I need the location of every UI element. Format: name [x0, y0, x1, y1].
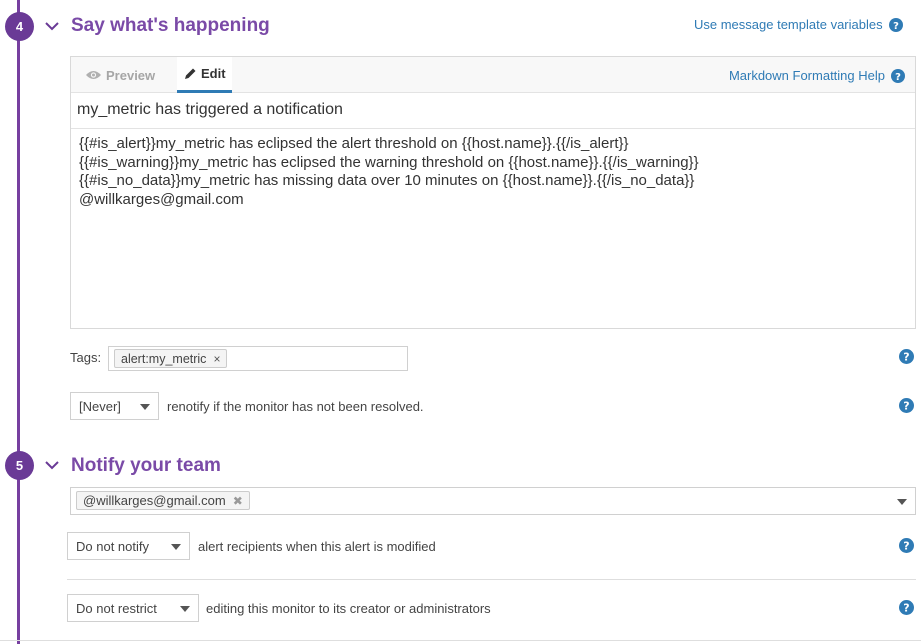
renotify-text: renotify if the monitor has not been res…: [167, 399, 424, 414]
tab-preview[interactable]: Preview: [85, 57, 155, 93]
restrict-select[interactable]: Do not restrict: [67, 594, 199, 622]
message-editor: Preview Edit Markdown Formatting Help ? …: [70, 56, 916, 329]
template-variables-label[interactable]: Use message template variables: [694, 17, 883, 32]
caret-down-icon: [140, 404, 150, 410]
chevron-down-icon[interactable]: [45, 460, 59, 470]
notify-modified-select[interactable]: Do not notify: [67, 532, 190, 560]
help-icon[interactable]: ?: [899, 538, 914, 553]
help-icon[interactable]: ?: [891, 68, 905, 83]
tab-edit-label: Edit: [201, 66, 226, 81]
help-icon[interactable]: ?: [899, 398, 914, 413]
editor-tabbar: Preview Edit Markdown Formatting Help ?: [71, 57, 915, 93]
section-title-say-whats-happening: Say what's happening: [71, 15, 270, 36]
restrict-text: editing this monitor to its creator or a…: [206, 601, 491, 616]
divider: [0, 640, 921, 641]
restrict-value: Do not restrict: [76, 600, 157, 616]
pencil-icon: [185, 68, 196, 79]
svg-text:?: ?: [903, 351, 909, 364]
notify-modified-value: Do not notify: [76, 538, 149, 554]
caret-down-icon[interactable]: [897, 499, 907, 505]
step-4-badge: 4: [5, 12, 34, 41]
recipient-remove-icon[interactable]: ✖: [233, 494, 243, 508]
tab-preview-label: Preview: [106, 67, 156, 83]
divider: [67, 579, 916, 580]
caret-down-icon: [180, 606, 190, 612]
svg-text:?: ?: [893, 21, 899, 32]
help-icon[interactable]: ?: [888, 17, 903, 32]
step-5-badge: 5: [5, 451, 34, 480]
svg-text:?: ?: [903, 540, 909, 553]
svg-text:?: ?: [903, 400, 909, 413]
svg-text:?: ?: [903, 602, 909, 615]
section-title-notify-your-team: Notify your team: [71, 455, 221, 476]
template-variables-link[interactable]: Use message template variables ?: [694, 17, 903, 32]
message-body-textarea[interactable]: {{#is_alert}}my_metric has eclipsed the …: [71, 129, 915, 215]
tag-chip-label: alert:my_metric: [121, 351, 207, 366]
notify-modified-text: alert recipients when this alert is modi…: [198, 539, 436, 554]
caret-down-icon: [171, 544, 181, 550]
renotify-value: [Never]: [79, 398, 121, 414]
step-rail: [17, 0, 20, 644]
tag-chip: alert:my_metric ×: [114, 349, 228, 368]
markdown-help-link[interactable]: Markdown Formatting Help ?: [729, 68, 905, 83]
chevron-down-icon[interactable]: [45, 21, 59, 31]
recipient-chip: @willkarges@gmail.com ✖: [76, 491, 250, 510]
tags-input[interactable]: alert:my_metric ×: [108, 346, 408, 371]
recipient-chip-label: @willkarges@gmail.com: [83, 493, 226, 508]
renotify-select[interactable]: [Never]: [70, 392, 159, 420]
body-line: {{#is_no_data}}my_metric has missing dat…: [79, 172, 695, 189]
body-line: {{#is_alert}}my_metric has eclipsed the …: [79, 135, 629, 152]
svg-text:?: ?: [895, 72, 901, 83]
body-line: @willkarges@gmail.com: [79, 190, 244, 208]
eye-icon: [86, 71, 101, 79]
markdown-help-label[interactable]: Markdown Formatting Help: [729, 68, 885, 83]
help-icon[interactable]: ?: [899, 600, 914, 615]
subject-input[interactable]: my_metric has triggered a notification: [71, 93, 915, 129]
recipients-input[interactable]: @willkarges@gmail.com ✖: [70, 487, 916, 515]
help-icon[interactable]: ?: [899, 349, 914, 364]
tag-remove-icon[interactable]: ×: [213, 352, 220, 366]
body-line: {{#is_warning}}my_metric has eclipsed th…: [79, 153, 699, 171]
tags-label: Tags:: [70, 350, 102, 365]
tab-edit[interactable]: Edit: [177, 57, 232, 93]
